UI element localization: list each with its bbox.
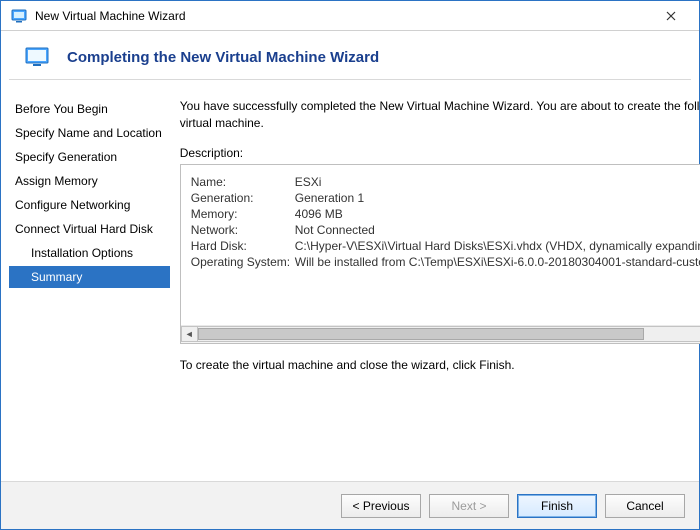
summary-value: 4096 MB: [295, 207, 700, 221]
summary-key: Network:: [191, 223, 295, 237]
summary-row: Hard Disk:C:\Hyper-V\ESXi\Virtual Hard D…: [191, 239, 700, 253]
horizontal-scrollbar[interactable]: ◄ ►: [181, 325, 700, 343]
sidebar-step-3[interactable]: Assign Memory: [9, 170, 170, 192]
sidebar-step-4[interactable]: Configure Networking: [9, 194, 170, 216]
wizard-main: You have successfully completed the New …: [170, 86, 700, 481]
summary-grid: Name:ESXiGeneration:Generation 1Memory:4…: [181, 175, 700, 271]
titlebar: New Virtual Machine Wizard: [1, 1, 699, 31]
wizard-steps-sidebar: Before You BeginSpecify Name and Locatio…: [9, 86, 170, 481]
sidebar-step-2[interactable]: Specify Generation: [9, 146, 170, 168]
summary-key: Operating System:: [191, 255, 295, 269]
sidebar-step-5[interactable]: Connect Virtual Hard Disk: [9, 218, 170, 240]
wizard-window: New Virtual Machine Wizard Completing th…: [0, 0, 700, 530]
summary-value: Will be installed from C:\Temp\ESXi\ESXi…: [295, 255, 700, 269]
sidebar-step-7[interactable]: Summary: [9, 266, 170, 288]
intro-text: You have successfully completed the New …: [180, 98, 700, 132]
summary-value: Not Connected: [295, 223, 700, 237]
summary-row: Memory:4096 MB: [191, 207, 700, 221]
summary-key: Generation:: [191, 191, 295, 205]
wizard-body: Before You BeginSpecify Name and Locatio…: [1, 80, 699, 481]
summary-row: Network:Not Connected: [191, 223, 700, 237]
previous-button[interactable]: < Previous: [341, 494, 421, 518]
wizard-icon: [25, 45, 49, 69]
sidebar-step-6[interactable]: Installation Options: [9, 242, 170, 264]
sidebar-step-0[interactable]: Before You Begin: [9, 98, 170, 120]
next-button[interactable]: Next >: [429, 494, 509, 518]
description-label: Description:: [180, 146, 700, 160]
summary-value: C:\Hyper-V\ESXi\Virtual Hard Disks\ESXi.…: [295, 239, 700, 253]
sidebar-step-1[interactable]: Specify Name and Location: [9, 122, 170, 144]
finish-note: To create the virtual machine and close …: [180, 358, 700, 372]
summary-value: ESXi: [295, 175, 700, 189]
scroll-thumb[interactable]: [198, 328, 645, 340]
summary-key: Hard Disk:: [191, 239, 295, 253]
close-button[interactable]: [649, 2, 693, 30]
app-icon: [11, 8, 27, 24]
summary-row: Generation:Generation 1: [191, 191, 700, 205]
wizard-footer: < Previous Next > Finish Cancel: [1, 481, 699, 529]
summary-row: Operating System:Will be installed from …: [191, 255, 700, 269]
summary-key: Name:: [191, 175, 295, 189]
summary-key: Memory:: [191, 207, 295, 221]
scroll-track[interactable]: [198, 326, 700, 342]
summary-row: Name:ESXi: [191, 175, 700, 189]
window-title: New Virtual Machine Wizard: [35, 9, 649, 23]
page-title: Completing the New Virtual Machine Wizar…: [67, 49, 379, 66]
summary-value: Generation 1: [295, 191, 700, 205]
scroll-left-arrow[interactable]: ◄: [181, 326, 198, 342]
wizard-header: Completing the New Virtual Machine Wizar…: [1, 31, 699, 79]
finish-button[interactable]: Finish: [517, 494, 597, 518]
summary-box: Name:ESXiGeneration:Generation 1Memory:4…: [180, 164, 700, 344]
cancel-button[interactable]: Cancel: [605, 494, 685, 518]
